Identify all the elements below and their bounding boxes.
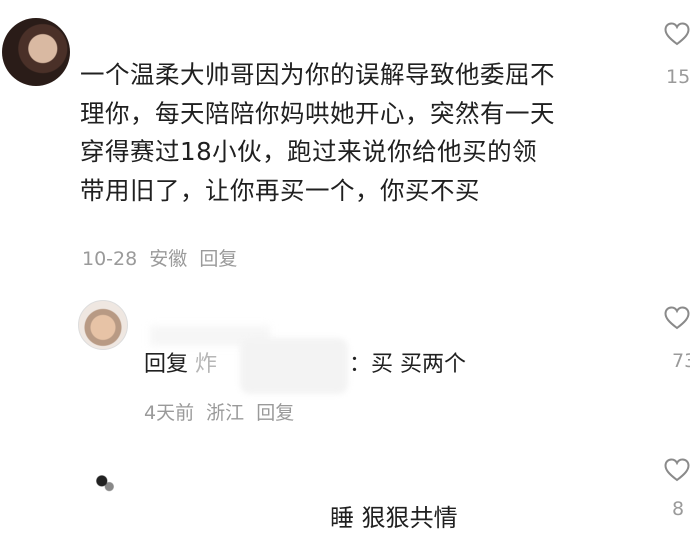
reply-content: ：买 买两个 [349, 352, 467, 377]
like-count: 8 [672, 498, 685, 520]
like-button[interactable] [664, 306, 690, 330]
heart-outline-icon [664, 458, 690, 482]
comment-line: 理你，每天陪陪你妈哄她开心，突然有一天 [80, 98, 555, 128]
reply-date: 4天前 [144, 402, 195, 424]
heart-outline-icon [664, 22, 690, 46]
comment-text: 一个温柔大帅哥因为你的误解导致他委屈不 理你，每天陪陪你妈哄她开心，突然有一天 … [80, 56, 630, 210]
like-button[interactable] [664, 22, 690, 46]
comment-meta: 10-28 安徽 回复 [82, 244, 243, 271]
like-button[interactable] [664, 458, 690, 482]
comment-date: 10-28 [82, 248, 138, 270]
comment-line: 一个温柔大帅哥因为你的误解导致他委屈不 [80, 60, 555, 89]
reply-content: 睡 狠狠共情 [330, 504, 458, 532]
avatar[interactable] [82, 460, 126, 498]
reply-location: 浙江 [206, 402, 245, 424]
like-count: 15 [666, 66, 690, 88]
heart-outline-icon [664, 306, 690, 330]
avatar[interactable] [2, 18, 70, 86]
blur-mask [240, 338, 348, 394]
comment-line: 穿得赛过18小伙，跑过来说你给他买的领 [80, 137, 538, 166]
comment-line: 带用旧了，让你再买一个，你买不买 [80, 175, 480, 205]
reply-meta: 4天前 浙江 回复 [144, 398, 300, 425]
like-count: 73 [672, 350, 690, 372]
comment-location: 安徽 [149, 248, 188, 270]
avatar[interactable] [78, 300, 128, 350]
reply-prefix: 回复 [144, 352, 189, 377]
reply-button[interactable]: 回复 [199, 248, 237, 270]
reply-button[interactable]: 回复 [256, 402, 294, 424]
reply-username[interactable]: 炸 [195, 352, 217, 377]
